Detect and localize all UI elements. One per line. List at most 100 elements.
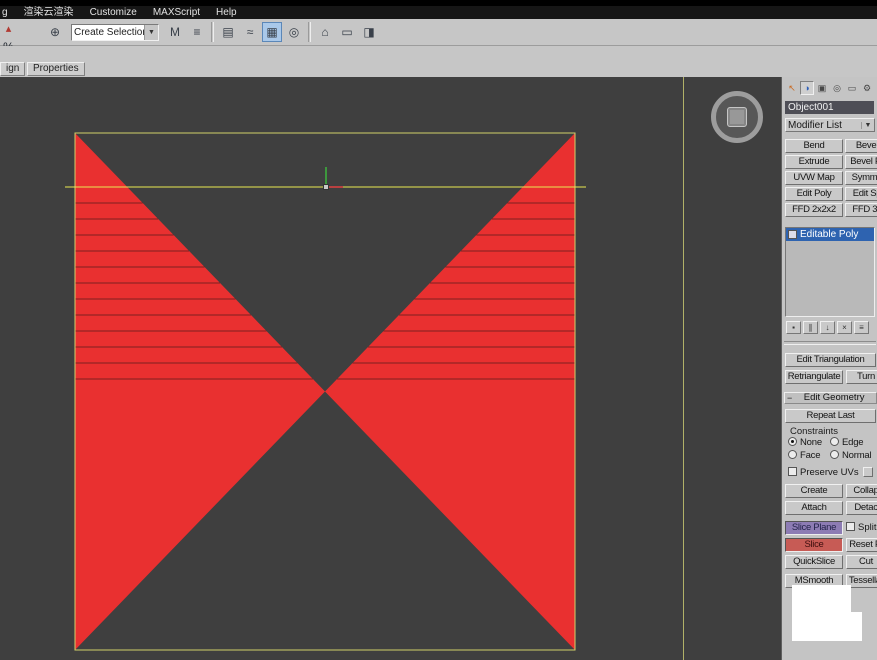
gizmo-center-handle[interactable]	[324, 185, 329, 190]
constraint-radio-edge[interactable]: Edge	[830, 437, 876, 448]
triangulation-row: Retriangulate Turn	[785, 370, 877, 384]
slice-plane-row: Slice Plane Split	[785, 521, 877, 535]
align-icon[interactable]: ≡	[187, 22, 207, 42]
modifier-list-dropdown[interactable]: Modifier List ▼	[785, 118, 875, 132]
viewport[interactable]	[0, 77, 781, 660]
editable-poly-icon	[788, 230, 797, 239]
show-end-result-icon[interactable]: ∥	[803, 321, 818, 334]
command-panel: ↖ ◑ ▣ ◎ ▭ ⚙ Object001 Modifier List ▼ Be…	[781, 77, 877, 660]
radio-dot-icon	[830, 450, 839, 459]
menu-item-customize[interactable]: Customize	[90, 6, 137, 19]
viewport-scene	[0, 77, 781, 660]
menu-item-maxscript[interactable]: MAXScript	[153, 6, 200, 19]
left-toolbar-icon[interactable]: ▴	[1, 21, 16, 35]
display-tab-icon[interactable]: ▭	[845, 81, 859, 95]
dock-tab-align[interactable]: ign	[0, 62, 25, 76]
stack-item-label: Editable Poly	[800, 229, 858, 240]
detach-button[interactable]: Detac	[846, 501, 877, 515]
modifier-button-symmetry[interactable]: Symme	[845, 171, 877, 185]
menu-item-help[interactable]: Help	[216, 6, 237, 19]
slice-button[interactable]: Slice	[785, 538, 843, 552]
view-navigation-wheel[interactable]	[711, 91, 763, 143]
turn-button[interactable]: Turn	[846, 370, 877, 384]
constraint-radio-normal[interactable]: Normal	[830, 450, 876, 461]
red-triangle-left[interactable]	[75, 133, 325, 650]
curve-editor-icon[interactable]: ≈	[240, 22, 260, 42]
red-triangle-right[interactable]	[325, 133, 575, 650]
menu-item-partial[interactable]: g	[2, 6, 8, 19]
schematic-view-icon[interactable]: ▦	[262, 22, 282, 42]
modify-tab-icon[interactable]: ◑	[800, 81, 814, 95]
dock-tab-properties[interactable]: Properties	[27, 62, 85, 76]
rendered-frame-icon[interactable]: ▭	[337, 22, 357, 42]
nav-wheel-core-icon[interactable]	[727, 107, 747, 127]
split-checkbox[interactable]: Split	[846, 521, 877, 535]
hierarchy-tab-icon[interactable]: ▣	[815, 81, 829, 95]
dock-strip: ign Properties	[0, 46, 877, 77]
modifier-list-arrow-icon[interactable]: ▼	[861, 122, 874, 129]
modifier-button-bevel[interactable]: Bevel	[845, 139, 877, 153]
modifier-button-edit-spline[interactable]: Edit Sp	[845, 187, 877, 201]
preserve-uvs-checkbox[interactable]: Preserve UVs	[788, 467, 859, 478]
quickslice-button[interactable]: QuickSlice	[785, 555, 843, 569]
utilities-tab-icon[interactable]: ⚙	[860, 81, 874, 95]
panel-divider	[784, 341, 876, 345]
create-button[interactable]: Create	[785, 484, 843, 498]
attach-button[interactable]: Attach	[785, 501, 843, 515]
preserve-uvs-settings-button[interactable]	[863, 467, 873, 477]
modifier-button-grid: Bend Bevel Extrude Bevel Pr UVW Map Symm…	[785, 139, 877, 217]
create-collapse-row: Create Collap	[785, 484, 877, 498]
retriangulate-button[interactable]: Retriangulate	[785, 370, 843, 384]
remove-modifier-icon[interactable]: ×	[837, 321, 852, 334]
repeat-last-button[interactable]: Repeat Last	[785, 409, 876, 423]
toolbar-separator	[211, 22, 214, 42]
menu-bar: g 渲染云渲染 Customize MAXScript Help	[0, 6, 877, 19]
render-setup-icon[interactable]: ⌂	[315, 22, 335, 42]
modifier-button-ffd-3x3x3[interactable]: FFD 3x	[845, 203, 877, 217]
constraints-radio-row-1: None Edge	[788, 437, 876, 448]
toolbar-separator	[308, 22, 311, 42]
snap-toggle-icon[interactable]: ⊕	[45, 22, 65, 42]
material-editor-icon[interactable]: ◎	[284, 22, 304, 42]
object-name-field[interactable]: Object001	[785, 101, 874, 114]
modifier-button-bend[interactable]: Bend	[785, 139, 843, 153]
mirror-icon[interactable]: M	[165, 22, 185, 42]
checkbox-icon	[788, 467, 797, 476]
radio-dot-icon	[830, 437, 839, 446]
modifier-button-extrude[interactable]: Extrude	[785, 155, 843, 169]
constraint-radio-face[interactable]: Face	[788, 450, 830, 461]
stack-item-editable-poly[interactable]: Editable Poly	[786, 228, 874, 241]
radio-dot-icon	[788, 437, 797, 446]
quickslice-cut-row: QuickSlice Cut	[785, 555, 877, 569]
collapse-button[interactable]: Collap	[846, 484, 877, 498]
render-icon[interactable]: ◨	[359, 22, 379, 42]
constraint-radio-none[interactable]: None	[788, 437, 830, 448]
create-tab-icon[interactable]: ↖	[785, 81, 799, 95]
make-unique-icon[interactable]: ↓	[820, 321, 835, 334]
modifier-list-label: Modifier List	[786, 120, 861, 131]
attach-detach-row: Attach Detac	[785, 501, 877, 515]
stack-toolbar: ▪ ∥ ↓ × ≡	[786, 321, 869, 334]
named-selection-set-value: Create Selection Se	[72, 27, 144, 38]
modifier-button-edit-poly[interactable]: Edit Poly	[785, 187, 843, 201]
modifier-button-uvw-map[interactable]: UVW Map	[785, 171, 843, 185]
menu-item-render-plugin[interactable]: 渲染云渲染	[24, 6, 74, 19]
motion-tab-icon[interactable]: ◎	[830, 81, 844, 95]
cut-button[interactable]: Cut	[846, 555, 877, 569]
pin-stack-icon[interactable]: ▪	[786, 321, 801, 334]
censor-box	[792, 585, 851, 613]
modifier-stack-list[interactable]: Editable Poly	[785, 227, 875, 317]
reset-plane-button[interactable]: Reset Pl	[846, 538, 877, 552]
configure-modifier-sets-icon[interactable]: ≡	[854, 321, 869, 334]
combo-dropdown-arrow-icon[interactable]: ▼	[144, 25, 158, 40]
edit-geometry-rollout-header[interactable]: Edit Geometry	[784, 392, 877, 404]
command-panel-tabs: ↖ ◑ ▣ ◎ ▭ ⚙	[785, 81, 874, 95]
named-selection-set-combo[interactable]: Create Selection Se ▼	[71, 24, 159, 41]
modifier-button-bevel-profile[interactable]: Bevel Pr	[845, 155, 877, 169]
edit-triangulation-button[interactable]: Edit Triangulation	[785, 353, 876, 367]
slice-plane-button[interactable]: Slice Plane	[785, 521, 843, 535]
layer-manager-icon[interactable]: ▤	[218, 22, 238, 42]
modifier-button-ffd-2x2x2[interactable]: FFD 2x2x2	[785, 203, 843, 217]
constraints-radio-row-2: Face Normal	[788, 450, 876, 461]
preserve-uvs-row: Preserve UVs	[788, 467, 876, 478]
